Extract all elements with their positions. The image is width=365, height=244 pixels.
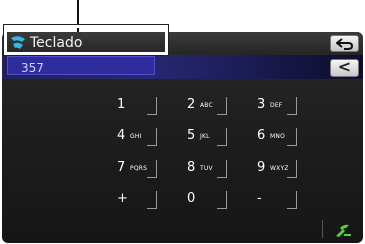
key-digit: 0: [187, 191, 196, 206]
key-letters: WXYZ: [270, 165, 289, 172]
key-digit: 9: [257, 160, 266, 175]
key-7[interactable]: 7 PQRS: [104, 157, 157, 178]
backspace-button[interactable]: <: [330, 59, 359, 77]
key-letters: ABC: [200, 102, 213, 109]
key-letters: PQRS: [130, 165, 148, 172]
number-input-field[interactable]: 357: [7, 56, 155, 75]
key-digit: -: [257, 191, 262, 206]
number-input-row: 357: [2, 55, 363, 79]
key-digit: 6: [257, 128, 266, 143]
key-digit: 3: [257, 97, 266, 112]
key-9[interactable]: 9 WXYZ: [244, 157, 297, 178]
call-icon[interactable]: [332, 222, 354, 238]
key-0[interactable]: 0: [174, 188, 227, 209]
divider: [322, 220, 323, 238]
key-letters: JKL: [200, 133, 210, 140]
key-6[interactable]: 6 MNO: [244, 125, 297, 146]
key-letters: TUV: [200, 165, 213, 172]
key-letters: MNO: [270, 133, 285, 140]
key-digit: 4: [117, 128, 126, 143]
key-digit: 2: [187, 97, 196, 112]
key-3[interactable]: 3 DEF: [244, 94, 297, 115]
key-digit: 5: [187, 128, 196, 143]
key-digit: 1: [117, 97, 126, 112]
input-callout-highlight: [4, 25, 168, 55]
key-digit: 8: [187, 160, 196, 175]
key-digit: +: [117, 191, 128, 206]
key-digit: 7: [117, 160, 126, 175]
back-arrow-icon: [336, 38, 354, 50]
key-8[interactable]: 8 TUV: [174, 157, 227, 178]
key-1[interactable]: 1: [104, 94, 157, 115]
key-plus[interactable]: +: [104, 188, 157, 209]
key-minus[interactable]: -: [244, 188, 297, 209]
dialed-number: 357: [21, 61, 44, 75]
key-2[interactable]: 2 ABC: [174, 94, 227, 115]
key-4[interactable]: 4 GHI: [104, 125, 157, 146]
key-5[interactable]: 5 JKL: [174, 125, 227, 146]
key-letters: GHI: [130, 133, 142, 140]
navigation-screen: Teclado 357 < 1 2 ABC 3 DEF 4 GHI 5 JKL …: [2, 32, 363, 243]
key-letters: DEF: [270, 102, 283, 109]
back-button[interactable]: [330, 35, 359, 52]
